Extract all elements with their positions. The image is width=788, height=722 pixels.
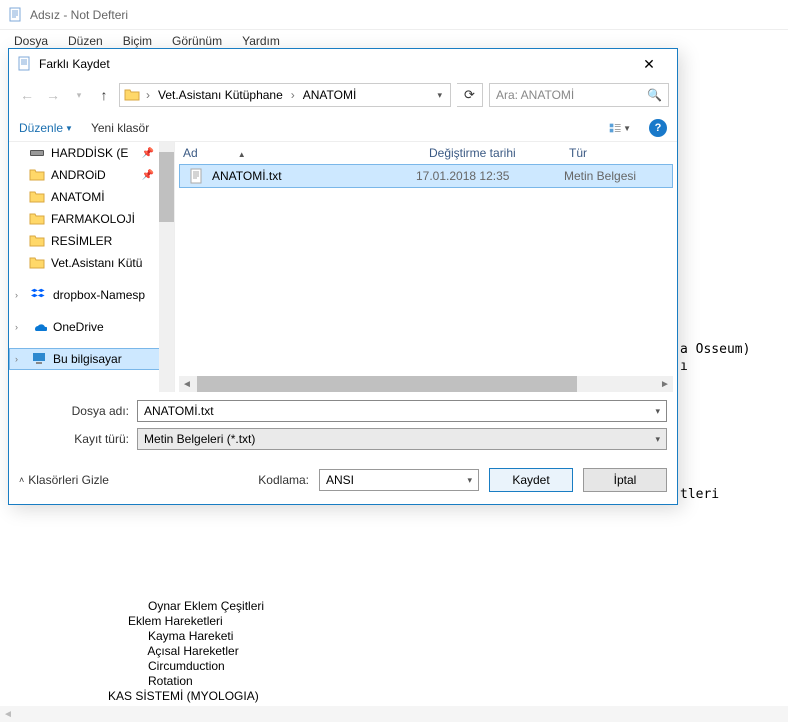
tree-item-vetkutu[interactable]: Vet.Asistanı Kütü (9, 252, 174, 274)
tree-item-onedrive[interactable]: › OneDrive (9, 316, 174, 338)
search-input[interactable]: Ara: ANATOMİ 🔍 (489, 83, 669, 107)
thispc-icon (31, 351, 47, 367)
search-icon: 🔍 (647, 88, 662, 102)
encoding-label: Kodlama: (258, 473, 309, 487)
tree-item-thispc[interactable]: › Bu bilgisayar (9, 348, 174, 370)
view-options-button[interactable]: ▼ (609, 119, 631, 137)
filetype-select[interactable]: Metin Belgeleri (*.txt) ▾ (137, 428, 667, 450)
sort-asc-icon: ▲ (238, 150, 246, 159)
file-name: ANATOMİ.txt (212, 169, 408, 183)
nav-recent-icon[interactable]: ▾ (69, 90, 89, 101)
chevron-down-icon[interactable]: ▾ (655, 406, 660, 417)
dialog-button-row: ˄Klasörleri Gizle Kodlama: ANSI ▾ Kaydet… (9, 460, 677, 504)
tree-item-dropbox[interactable]: › dropbox-Namesp (9, 284, 174, 306)
tree-item-resimler[interactable]: RESİMLER (9, 230, 174, 252)
filelist-hscrollbar[interactable]: ◄ ► (179, 376, 673, 392)
chevron-up-icon: ˄ (19, 475, 24, 485)
tree-item-android[interactable]: ANDROiD📌 (9, 164, 174, 186)
column-headers: Ad▲ Değiştirme tarihi Tür (175, 142, 677, 164)
hide-folders-toggle[interactable]: ˄Klasörleri Gizle (19, 473, 109, 487)
close-button[interactable]: ✕ (629, 52, 669, 77)
notepad-title: Adsız - Not Defteri (30, 8, 128, 22)
notepad-titlebar: Adsız - Not Defteri (0, 0, 788, 30)
chevron-down-icon[interactable]: ▾ (433, 90, 446, 101)
filename-form: Dosya adı: ANATOMİ.txt ▾ Kayıt türü: Met… (9, 392, 677, 460)
filename-input[interactable]: ANATOMİ.txt ▾ (137, 400, 667, 422)
filetype-label: Kayıt türü: (19, 432, 129, 446)
tree-item-harddisk[interactable]: HARDDİSK (E📌 (9, 142, 174, 164)
save-button[interactable]: Kaydet (489, 468, 573, 492)
filename-label: Dosya adı: (19, 404, 129, 418)
folder-icon (29, 167, 45, 183)
folder-icon (29, 255, 45, 271)
folder-tree[interactable]: HARDDİSK (E📌 ANDROiD📌 ANATOMİ FARMAKOLOJ… (9, 142, 174, 392)
new-folder-button[interactable]: Yeni klasör (91, 121, 149, 135)
bg-frag-osseum: a Osseum) (680, 342, 750, 357)
scroll-thumb[interactable] (197, 376, 577, 392)
dialog-title: Farklı Kaydet (39, 57, 629, 71)
scroll-left-icon[interactable]: ◄ (0, 709, 16, 720)
chevron-right-icon[interactable]: › (289, 88, 297, 102)
help-button[interactable]: ? (649, 119, 667, 137)
encoding-select[interactable]: ANSI ▾ (319, 469, 479, 491)
dialog-titlebar: Farklı Kaydet ✕ (9, 49, 677, 79)
save-as-dialog: Farklı Kaydet ✕ ← → ▾ ↑ › Vet.Asistanı K… (8, 48, 678, 505)
cancel-button[interactable]: İptal (583, 468, 667, 492)
col-type[interactable]: Tür (569, 146, 669, 160)
tree-scrollbar[interactable] (159, 142, 174, 392)
scroll-left-icon[interactable]: ◄ (179, 379, 195, 390)
file-list[interactable]: Ad▲ Değiştirme tarihi Tür ANATOMİ.txt 17… (174, 142, 677, 392)
chevron-right-icon[interactable]: › (15, 322, 25, 332)
crumb-1[interactable]: Vet.Asistanı Kütüphane (156, 88, 285, 102)
notepad-icon (8, 7, 24, 23)
notepad-icon (17, 56, 33, 72)
crumb-2[interactable]: ANATOMİ (301, 88, 359, 102)
organize-menu[interactable]: Düzenle▼ (19, 121, 73, 135)
tree-item-farmakoloji[interactable]: FARMAKOLOJİ (9, 208, 174, 230)
nav-back-icon[interactable]: ← (17, 87, 37, 103)
drive-icon (29, 145, 45, 161)
dropbox-icon (31, 287, 47, 303)
chevron-down-icon[interactable]: ▾ (467, 475, 472, 486)
folder-icon (29, 211, 45, 227)
chevron-right-icon[interactable]: › (144, 88, 152, 102)
breadcrumb[interactable]: › Vet.Asistanı Kütüphane › ANATOMİ ▾ (119, 83, 451, 107)
folder-icon (29, 233, 45, 249)
col-date[interactable]: Değiştirme tarihi (429, 146, 569, 160)
address-bar-row: ← → ▾ ↑ › Vet.Asistanı Kütüphane › ANATO… (9, 79, 677, 115)
chevron-down-icon[interactable]: ▾ (655, 434, 660, 445)
bg-frag-tleri: tleri (680, 487, 719, 502)
nav-forward-icon: → (43, 87, 63, 103)
horizontal-scrollbar[interactable]: ◄ (0, 706, 788, 722)
nav-up-icon[interactable]: ↑ (95, 87, 113, 103)
refresh-button[interactable]: ⟳ (457, 83, 483, 107)
file-date: 17.01.2018 12:35 (416, 169, 556, 183)
chevron-right-icon[interactable]: › (15, 354, 25, 364)
file-type: Metin Belgesi (564, 169, 664, 183)
folder-icon (29, 189, 45, 205)
file-row[interactable]: ANATOMİ.txt 17.01.2018 12:35 Metin Belge… (179, 164, 673, 188)
tree-item-anatomi[interactable]: ANATOMİ (9, 186, 174, 208)
chevron-right-icon[interactable]: › (15, 290, 25, 300)
dialog-toolbar: Düzenle▼ Yeni klasör ▼ ? (9, 115, 677, 142)
search-placeholder: Ara: ANATOMİ (496, 88, 574, 102)
folder-icon (124, 87, 140, 103)
onedrive-icon (31, 319, 47, 335)
scroll-right-icon[interactable]: ► (657, 379, 673, 390)
textfile-icon (188, 168, 204, 184)
col-name[interactable]: Ad▲ (183, 146, 429, 160)
bg-frag-i: ı (680, 359, 688, 374)
